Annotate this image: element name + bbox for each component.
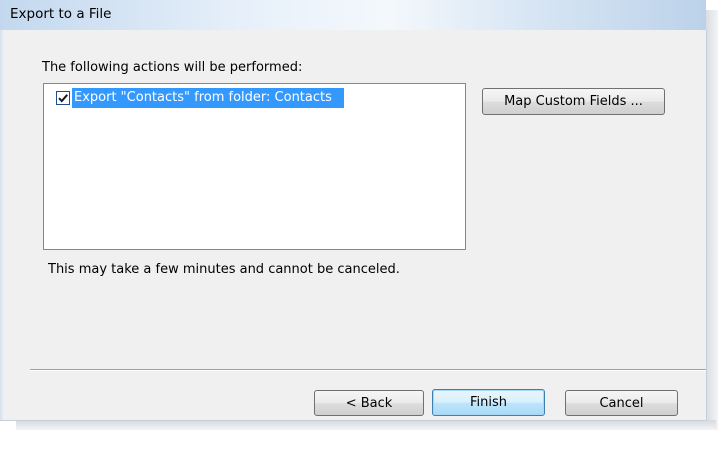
list-item[interactable]: Export "Contacts" from folder: Contacts bbox=[56, 88, 344, 108]
action-checkbox[interactable] bbox=[56, 91, 70, 105]
actions-label: The following actions will be performed: bbox=[42, 60, 303, 75]
map-custom-fields-button[interactable]: Map Custom Fields ... bbox=[482, 88, 665, 115]
back-button[interactable]: < Back bbox=[314, 390, 424, 416]
window-shadow-right bbox=[706, 10, 718, 430]
check-icon bbox=[58, 94, 68, 103]
export-dialog: Export to a File The following actions w… bbox=[0, 0, 718, 449]
window-shadow-bottom bbox=[16, 420, 716, 430]
finish-button[interactable]: Finish bbox=[432, 389, 545, 416]
title-bar[interactable]: Export to a File bbox=[0, 0, 706, 31]
actions-listbox[interactable]: Export "Contacts" from folder: Contacts bbox=[43, 83, 466, 250]
warning-note: This may take a few minutes and cannot b… bbox=[48, 262, 400, 277]
window-left-border bbox=[0, 30, 4, 420]
footer-divider bbox=[30, 369, 706, 371]
cancel-button[interactable]: Cancel bbox=[565, 390, 678, 416]
action-label: Export "Contacts" from folder: Contacts bbox=[72, 88, 344, 108]
window-title: Export to a File bbox=[10, 6, 112, 22]
